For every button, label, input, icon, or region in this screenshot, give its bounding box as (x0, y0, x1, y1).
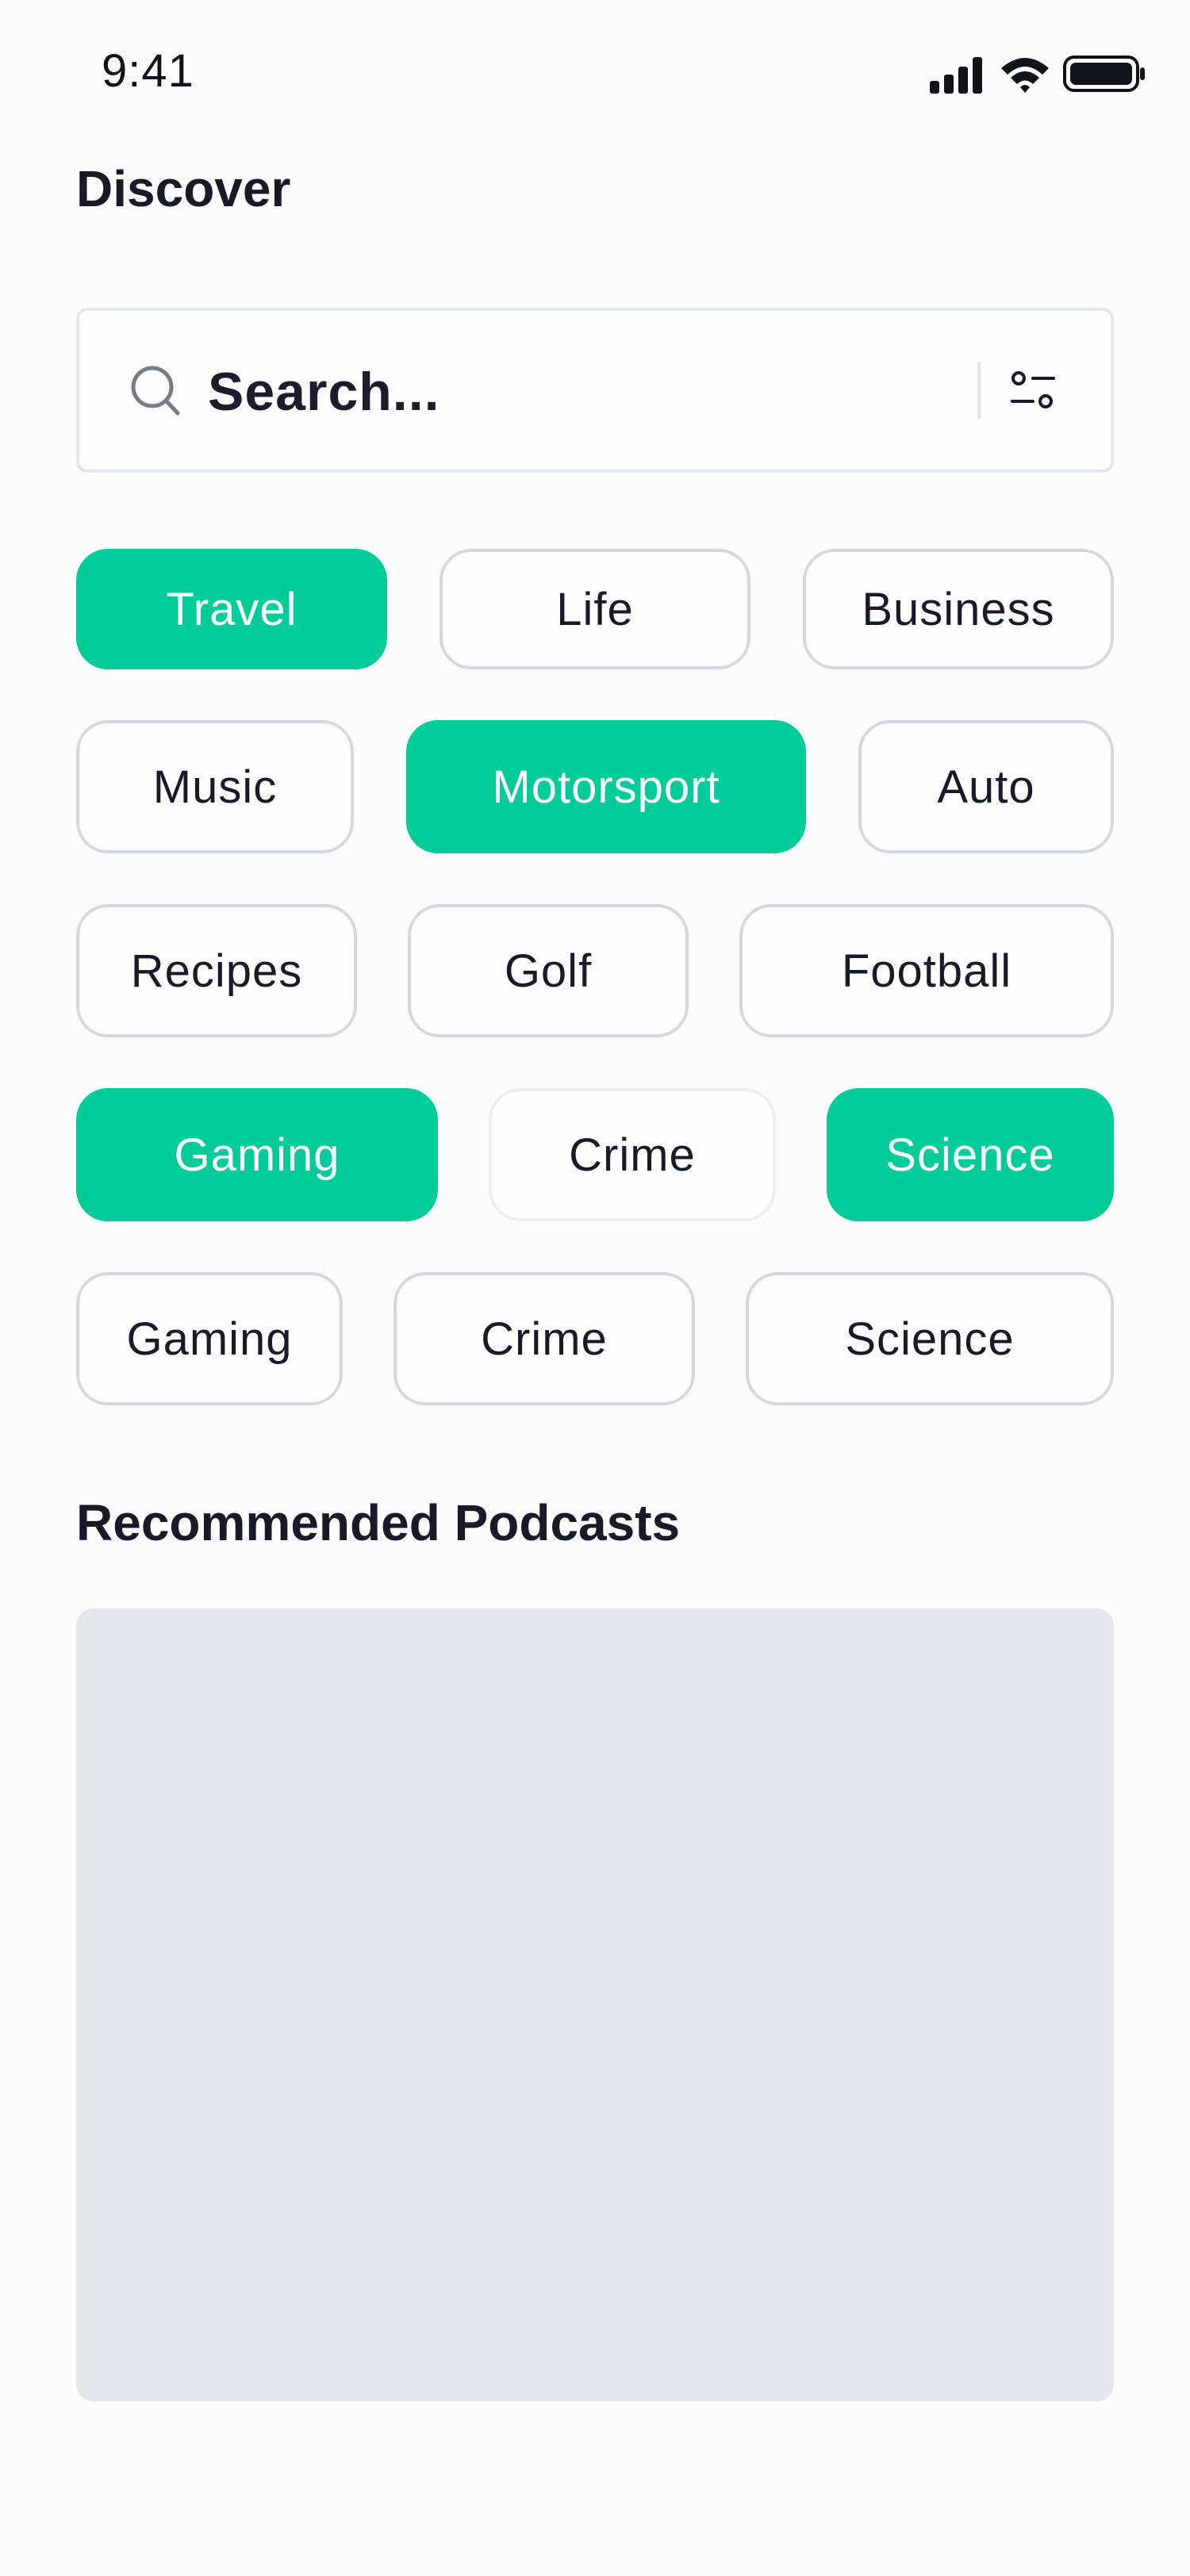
category-chip-recipes[interactable]: Recipes (76, 904, 357, 1037)
cellular-signal-icon (930, 57, 982, 94)
recommended-podcast-card[interactable] (76, 1608, 1114, 2402)
search-placeholder[interactable]: Search... (208, 358, 440, 425)
recommended-podcasts-title: Recommended Podcasts (76, 1494, 681, 1551)
wifi-icon (1001, 58, 1049, 93)
category-chip-gaming-2[interactable]: Gaming (76, 1272, 343, 1405)
category-chip-science[interactable]: Science (827, 1088, 1114, 1221)
category-chip-crime-2[interactable]: Crime (393, 1272, 695, 1405)
category-chip-travel[interactable]: Travel (76, 549, 387, 669)
status-time: 9:41 (102, 45, 194, 97)
battery-icon (1063, 56, 1145, 92)
category-chip-football[interactable]: Football (739, 904, 1114, 1037)
category-chip-life[interactable]: Life (440, 549, 750, 669)
category-chip-science-2[interactable]: Science (746, 1272, 1114, 1405)
category-chip-auto[interactable]: Auto (858, 720, 1114, 853)
page-title: Discover (76, 160, 291, 217)
search-divider (977, 362, 981, 419)
category-chip-business[interactable]: Business (803, 549, 1114, 669)
category-chip-motorsport[interactable]: Motorsport (406, 720, 806, 853)
category-chip-gaming[interactable]: Gaming (76, 1088, 438, 1221)
category-chip-crime[interactable]: Crime (489, 1088, 776, 1221)
search-icon (129, 363, 182, 419)
category-chip-music[interactable]: Music (76, 720, 354, 853)
category-chip-golf[interactable]: Golf (408, 904, 689, 1037)
status-icons (928, 52, 1147, 95)
filter-icon[interactable] (1009, 366, 1057, 414)
